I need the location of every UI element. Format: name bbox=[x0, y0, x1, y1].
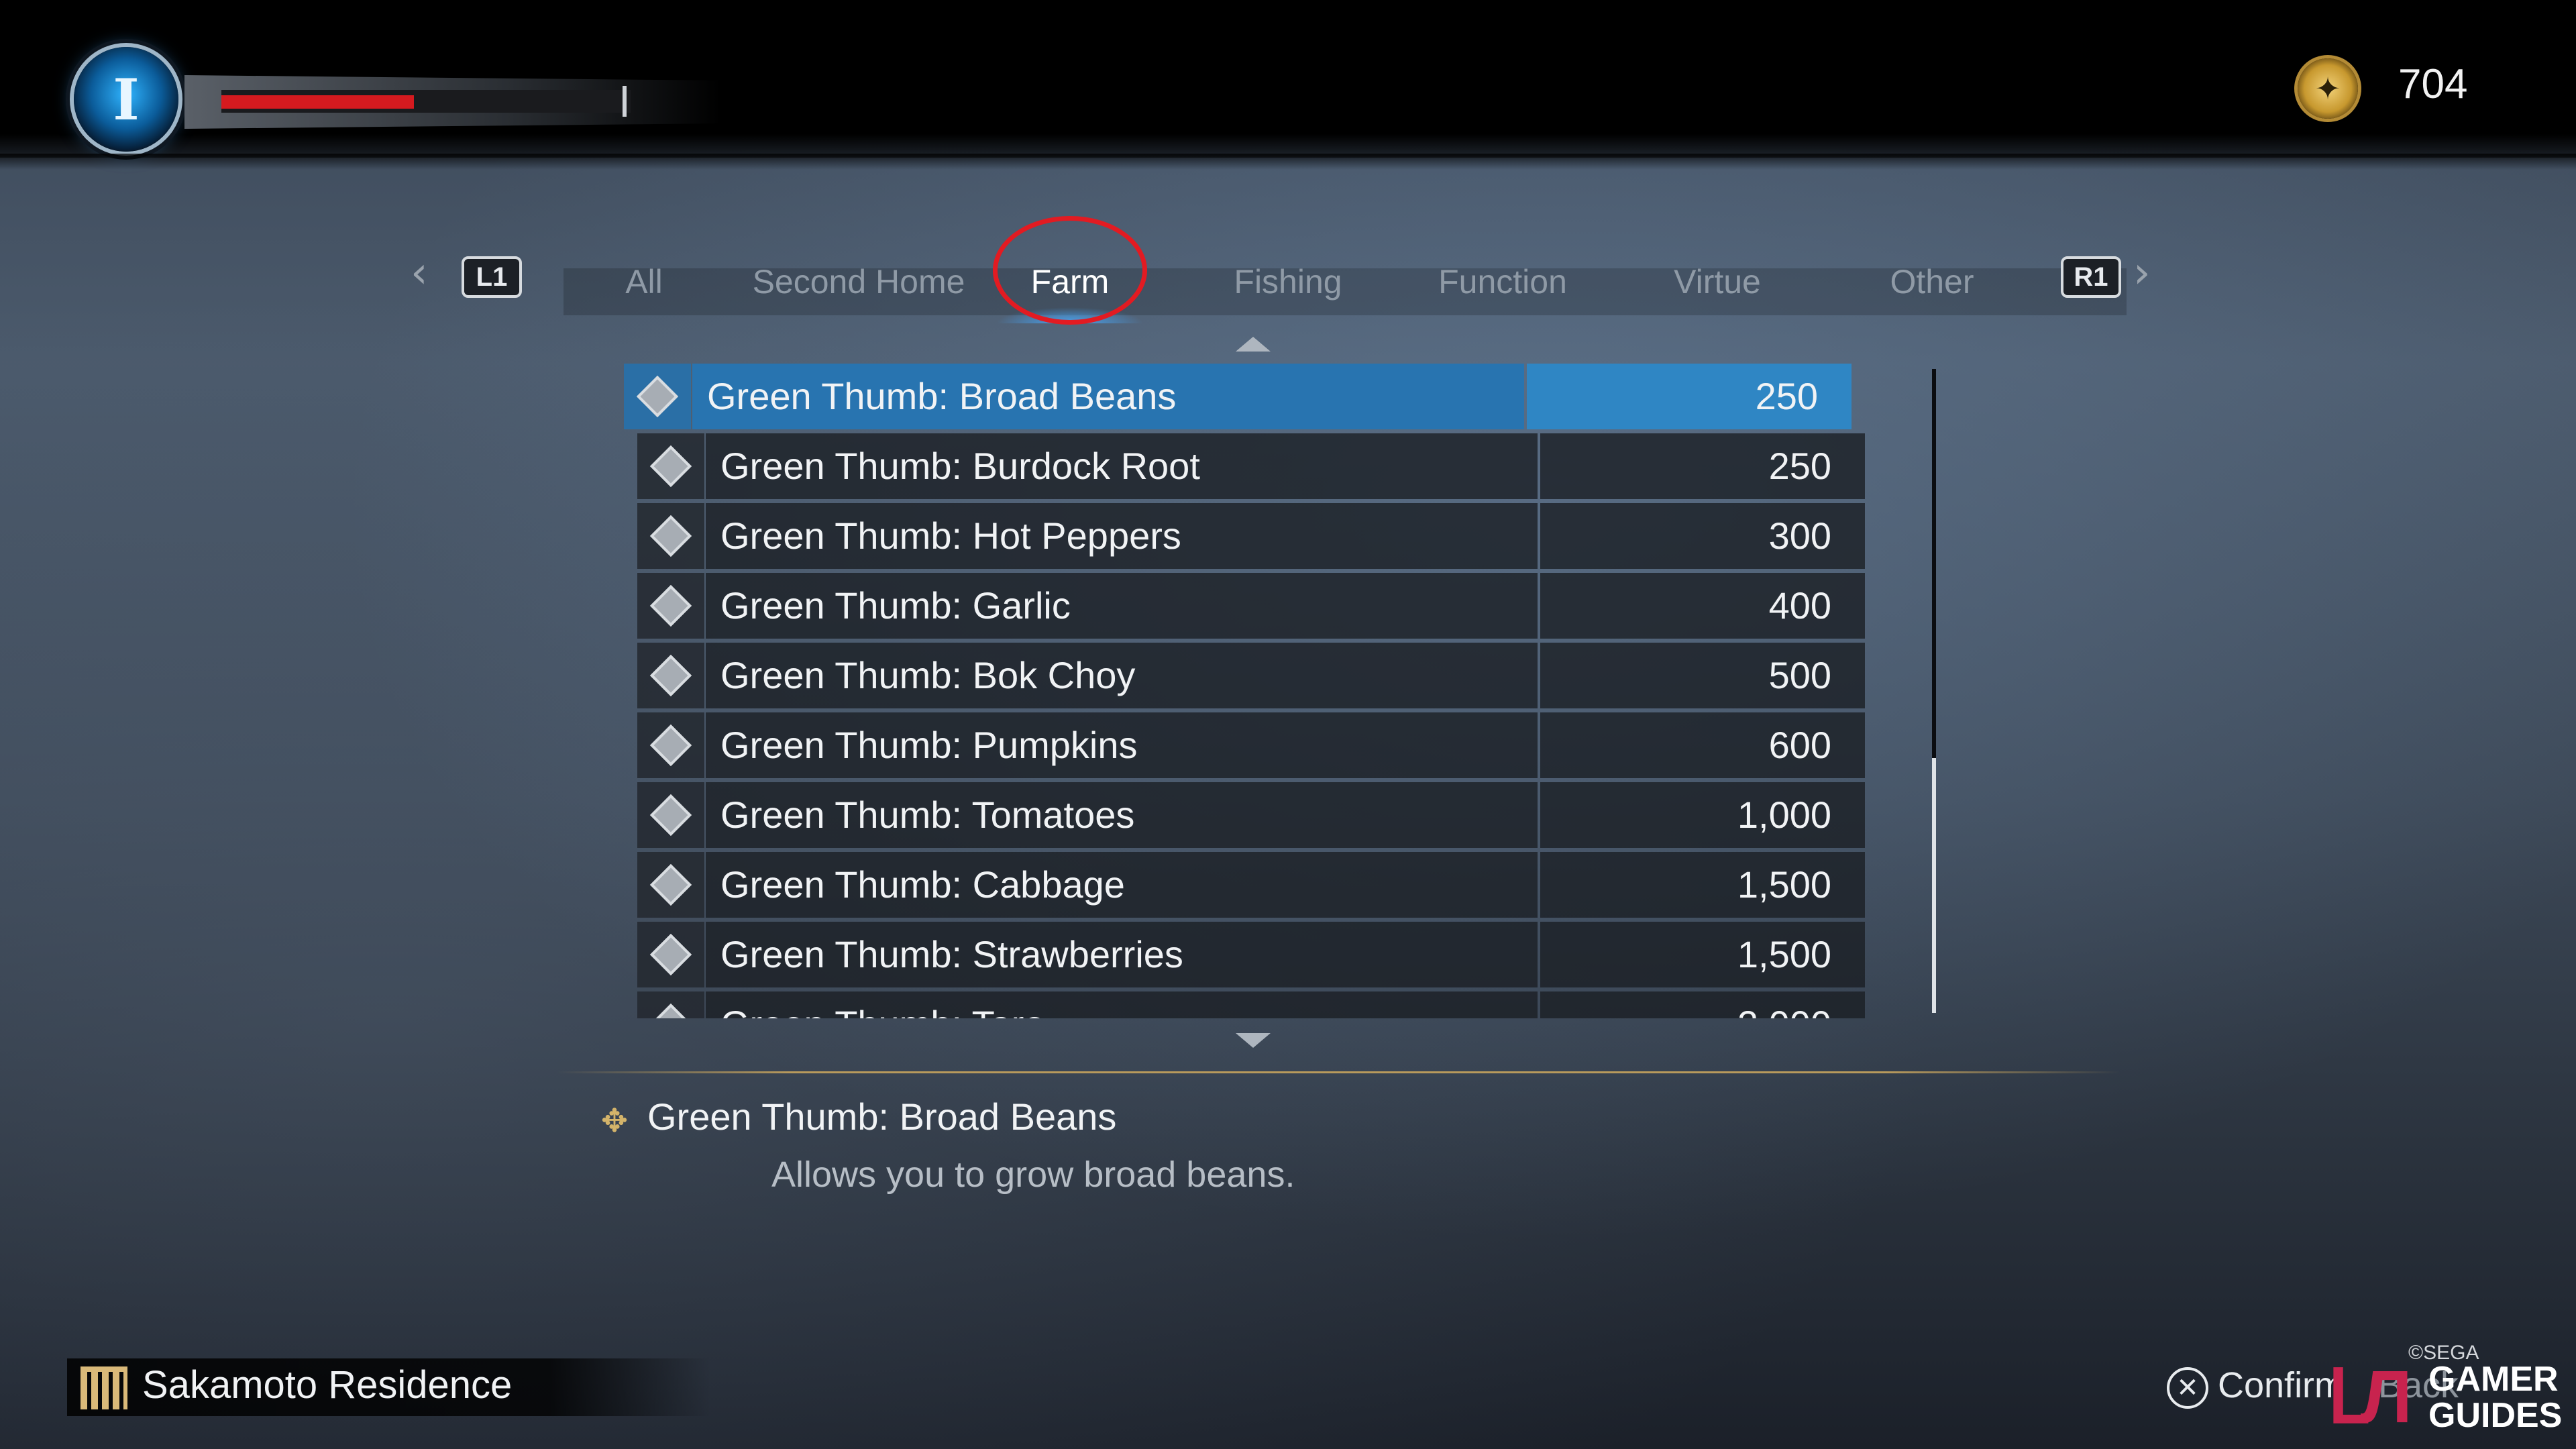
scroll-up-arrow-icon[interactable] bbox=[1236, 337, 1271, 352]
diamond-icon bbox=[637, 782, 704, 848]
item-name: Green Thumb: Bok Choy bbox=[706, 643, 1538, 708]
category-tabs: ‹ L1 All Second Home Farm Fishing Functi… bbox=[0, 241, 2576, 323]
item-name: Green Thumb: Cabbage bbox=[706, 852, 1538, 918]
location-banner: Sakamoto Residence bbox=[67, 1358, 711, 1416]
diamond-icon bbox=[637, 922, 704, 987]
item-category-icon: ✥ bbox=[600, 1102, 629, 1140]
scrollbar-thumb[interactable] bbox=[1932, 758, 1936, 1013]
diamond-icon bbox=[637, 643, 704, 708]
diamond-icon bbox=[637, 433, 704, 499]
item-price: 300 bbox=[1540, 503, 1865, 569]
diamond-icon bbox=[624, 364, 691, 429]
diamond-icon bbox=[637, 503, 704, 569]
list-item[interactable]: Green Thumb: Strawberries 1,500 bbox=[637, 922, 1898, 987]
tab-other[interactable]: Other bbox=[1872, 255, 1992, 309]
item-price: 400 bbox=[1540, 573, 1865, 639]
watermark-line2: GUIDES bbox=[2428, 1396, 2563, 1435]
emblem-glyph: I bbox=[113, 66, 140, 133]
list-item[interactable]: Green Thumb: Tomatoes 1,000 bbox=[637, 782, 1898, 848]
location-icon bbox=[80, 1366, 127, 1409]
tab-all[interactable]: All bbox=[604, 255, 684, 309]
diamond-icon bbox=[637, 573, 704, 639]
diamond-icon bbox=[637, 991, 704, 1018]
annotation-highlight-ring bbox=[993, 216, 1147, 325]
health-bar-fill bbox=[221, 95, 414, 109]
scrollbar[interactable] bbox=[1932, 369, 1936, 1013]
tab-function[interactable]: Function bbox=[1419, 255, 1587, 309]
list-item[interactable]: Green Thumb: Taro2,000 bbox=[637, 991, 1898, 1018]
chevron-left-icon[interactable]: ‹ bbox=[411, 248, 428, 298]
top-hud: I ✦ 704 bbox=[0, 0, 2576, 170]
item-name: Green Thumb: Garlic bbox=[706, 573, 1538, 639]
currency-amount: 704 bbox=[2398, 61, 2468, 107]
gamer-guides-logo-icon: ԼЛ bbox=[2328, 1356, 2412, 1438]
list-item[interactable]: Green Thumb: Burdock Root 250 bbox=[637, 433, 1898, 499]
health-bar bbox=[221, 90, 631, 113]
shop-item-list: Green Thumb: Broad Beans 250 Green Thumb: … bbox=[624, 337, 1936, 1048]
item-price: 500 bbox=[1540, 643, 1865, 708]
diamond-icon bbox=[637, 852, 704, 918]
l1-button[interactable]: L1 bbox=[462, 256, 522, 298]
item-name: Green Thumb: Burdock Root bbox=[706, 433, 1538, 499]
item-price: 250 bbox=[1527, 364, 1851, 429]
item-name: Green Thumb: Strawberries bbox=[706, 922, 1538, 987]
location-name: Sakamoto Residence bbox=[142, 1363, 513, 1407]
scroll-down-arrow-icon[interactable] bbox=[1236, 1033, 1271, 1048]
chevron-right-icon[interactable]: › bbox=[2133, 248, 2151, 298]
description-title: Green Thumb: Broad Beans bbox=[647, 1095, 1117, 1138]
item-price: 1,000 bbox=[1540, 782, 1865, 848]
item-price: 1,500 bbox=[1540, 922, 1865, 987]
item-name: Green Thumb: Tomatoes bbox=[706, 782, 1538, 848]
list-item[interactable]: Green Thumb: Pumpkins 600 bbox=[637, 712, 1898, 778]
watermark-line1: GAMER bbox=[2428, 1360, 2559, 1399]
cross-button-icon: ✕ bbox=[2167, 1366, 2208, 1409]
item-name: Green Thumb: Taro bbox=[706, 991, 1538, 1018]
coin-icon: ✦ bbox=[2298, 58, 2358, 119]
tab-virtue[interactable]: Virtue bbox=[1650, 255, 1784, 309]
diamond-icon bbox=[637, 712, 704, 778]
list-item[interactable]: Green Thumb: Bok Choy 500 bbox=[637, 643, 1898, 708]
description-text: Allows you to grow broad beans. bbox=[771, 1155, 1295, 1195]
list-item[interactable]: Green Thumb: Cabbage 1,500 bbox=[637, 852, 1898, 918]
item-price: 1,500 bbox=[1540, 852, 1865, 918]
health-bar-marker bbox=[623, 86, 627, 117]
divider bbox=[557, 1071, 2120, 1073]
list-item[interactable]: Green Thumb: Hot Peppers 300 bbox=[637, 503, 1898, 569]
confirm-prompt[interactable]: ✕ Confirm bbox=[2167, 1362, 2345, 1409]
tab-fishing[interactable]: Fishing bbox=[1214, 255, 1362, 309]
item-price: 600 bbox=[1540, 712, 1865, 778]
item-price: 2,000 bbox=[1540, 991, 1865, 1018]
scrollbar-track bbox=[1932, 369, 1936, 758]
list-item[interactable]: Green Thumb: Garlic 400 bbox=[637, 573, 1898, 639]
r1-button[interactable]: R1 bbox=[2061, 256, 2121, 298]
tab-second-home[interactable]: Second Home bbox=[745, 255, 973, 309]
item-name: Green Thumb: Broad Beans bbox=[692, 364, 1524, 429]
list-item[interactable]: Green Thumb: Broad Beans 250 bbox=[624, 364, 1885, 429]
player-emblem-icon: I bbox=[74, 47, 178, 152]
watermark: ԼЛ ©SEGA GAMER GUIDES bbox=[2328, 1342, 2563, 1438]
confirm-label: Confirm bbox=[2218, 1365, 2345, 1405]
item-price: 250 bbox=[1540, 433, 1865, 499]
item-rows: Green Thumb: Broad Beans 250 Green Thumb: … bbox=[624, 364, 1898, 1018]
item-name: Green Thumb: Hot Peppers bbox=[706, 503, 1538, 569]
item-name: Green Thumb: Pumpkins bbox=[706, 712, 1538, 778]
